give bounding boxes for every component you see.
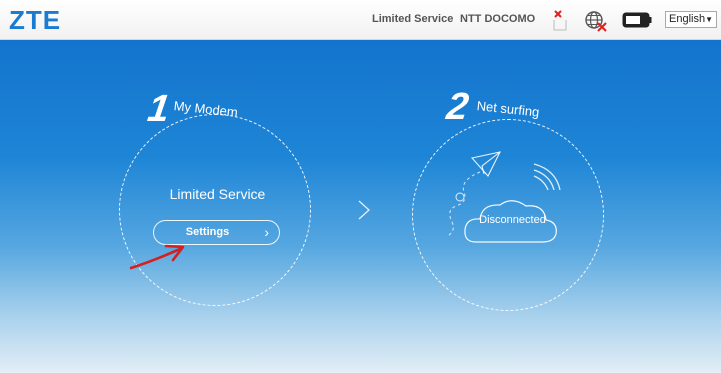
step-1-title: My Modem (173, 98, 239, 120)
battery-icon (622, 12, 652, 28)
service-status-text: Limited Service (372, 13, 454, 25)
globe-disconnected-icon (585, 11, 607, 32)
language-select[interactable]: English ▼ (665, 11, 717, 28)
main-panel: 1 My Modem Limited Service Settings › 2 … (0, 40, 721, 373)
chevron-right-icon: › (264, 224, 269, 240)
top-bar: ZTE Limited Service NTT DOCOMO English ▼ (0, 0, 721, 40)
sim-missing-icon (553, 10, 567, 31)
zte-logo: ZTE (9, 5, 62, 35)
step-1-number: 1 (145, 88, 173, 130)
step-2-number: 2 (444, 86, 472, 128)
settings-button-label: Settings (185, 226, 230, 238)
carrier-name: NTT DOCOMO (460, 13, 536, 25)
red-arrow-annotation-icon (129, 244, 185, 270)
step-2-title: Net surfing (476, 98, 541, 120)
dropdown-arrow-icon: ▼ (705, 15, 713, 24)
modem-circle (119, 114, 311, 306)
modem-status-text: Limited Service (169, 186, 266, 202)
cloud-paper-plane-icon (447, 151, 561, 243)
connection-status-text: Disconnected (479, 214, 546, 226)
language-selected: English (669, 13, 706, 25)
next-step-chevron-icon (358, 200, 370, 220)
